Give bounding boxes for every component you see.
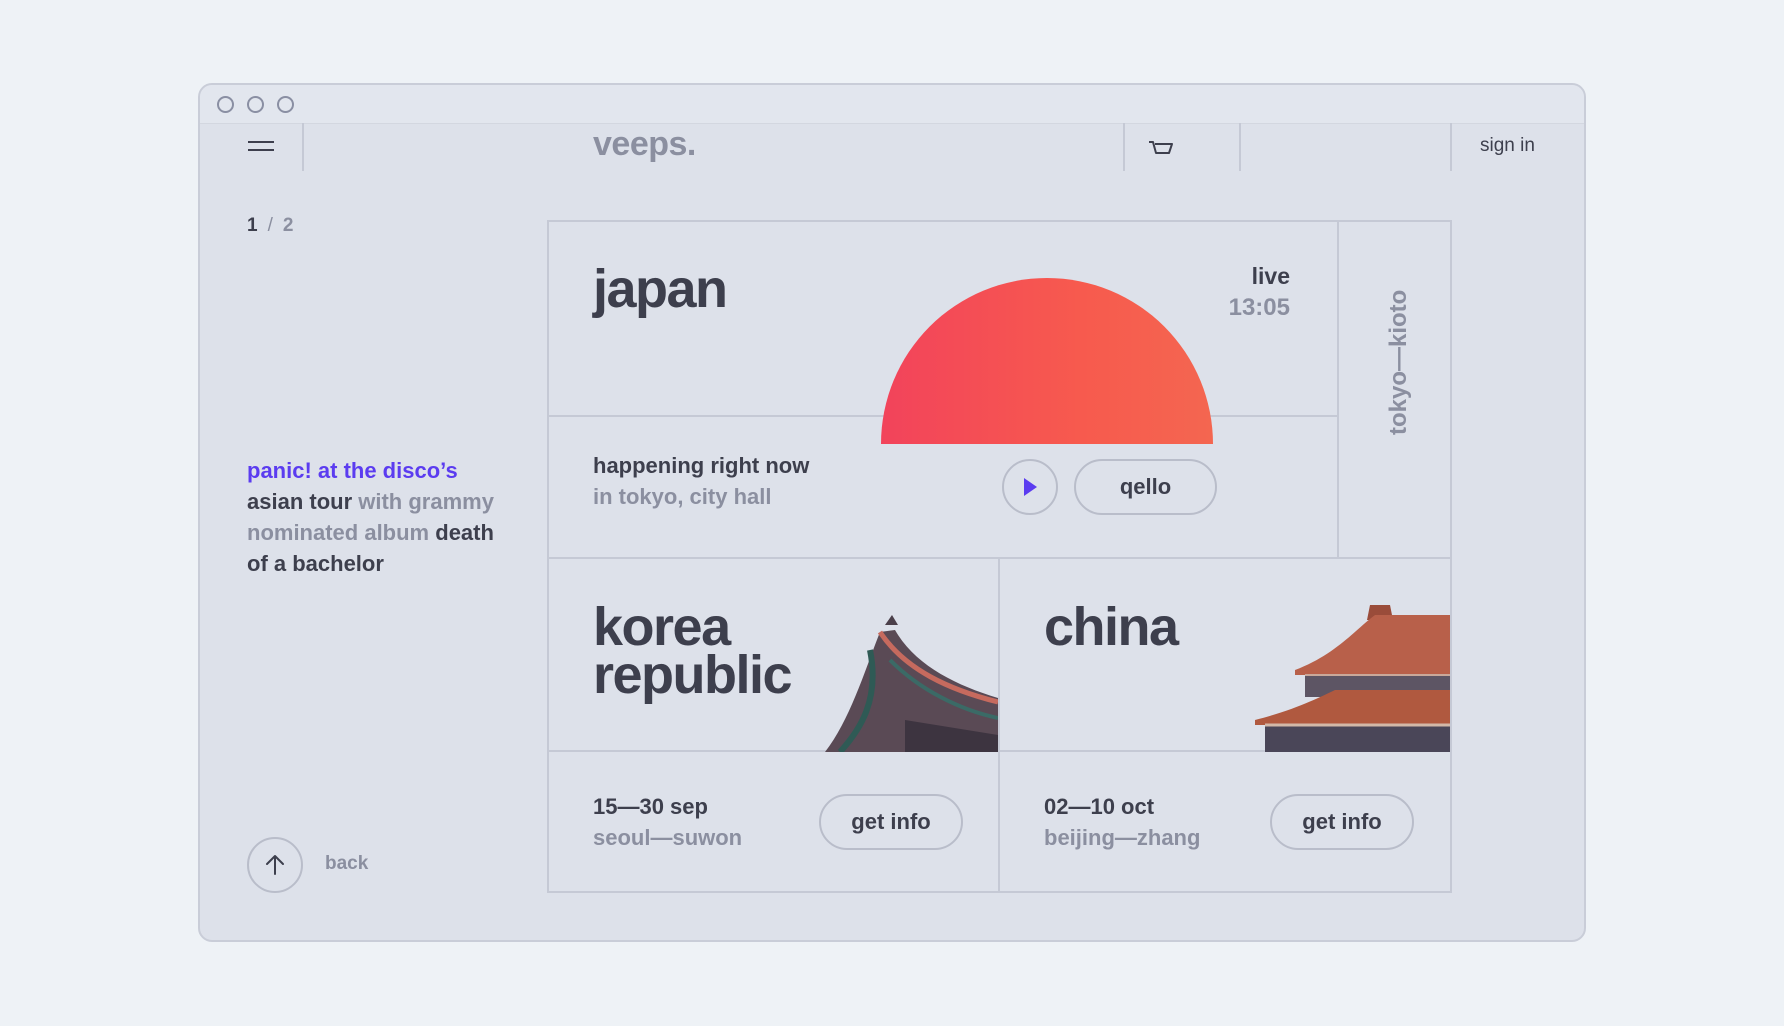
korea-cities: seoul—suwon [593, 825, 743, 850]
menu-icon[interactable] [248, 141, 274, 153]
korea-get-info-button[interactable]: get info [819, 794, 963, 850]
title-bar [200, 85, 1584, 124]
korea-dates: 15—30 sep [593, 794, 708, 819]
sign-in-link[interactable]: sign in [1480, 135, 1535, 157]
band-link[interactable]: panic! at the disco’s [247, 458, 458, 483]
sun-image [881, 278, 1213, 444]
japan-line2: in tokyo, city hall [593, 484, 772, 509]
arrow-up-icon [266, 855, 284, 875]
play-icon [1024, 478, 1037, 496]
china-dates: 02—10 oct [1044, 794, 1155, 819]
browser-window: veeps. sign in 1 / 2 panic! at the disco’s… [198, 83, 1586, 942]
tour-name: asian tour [247, 489, 353, 514]
play-button[interactable] [1002, 459, 1058, 515]
nav-divider [302, 123, 304, 171]
pager-current: 1 [247, 215, 258, 236]
live-label: live [1251, 263, 1290, 289]
back-label[interactable]: back [325, 853, 368, 875]
nav-divider [1239, 123, 1241, 171]
nav-divider [1450, 123, 1452, 171]
china-cities: beijing—zhang [1044, 825, 1201, 850]
pager-separator: / [267, 215, 273, 236]
window-minimize-button[interactable] [247, 96, 264, 113]
back-button[interactable] [247, 837, 303, 893]
window-maximize-button[interactable] [277, 96, 294, 113]
live-time: 13:05 [1228, 294, 1290, 321]
korean-pagoda-image [825, 615, 998, 752]
korea-title-line2: republic [593, 645, 793, 705]
chinese-palace-image [1255, 605, 1450, 752]
qello-button[interactable]: qello [1074, 459, 1217, 515]
route-label: tokyo—kioto [1385, 289, 1412, 435]
japan-title: japan [593, 259, 728, 319]
nav-divider [1123, 123, 1125, 171]
china-get-info-button[interactable]: get info [1270, 794, 1414, 850]
window-close-button[interactable] [217, 96, 234, 113]
logo[interactable]: veeps. [593, 125, 696, 164]
pager: 1 / 2 [247, 215, 293, 237]
pager-total: 2 [282, 215, 294, 236]
tour-description: panic! at the disco’s asian tour with gr… [247, 455, 507, 579]
china-title: china [1044, 597, 1179, 657]
cart-icon[interactable] [1147, 139, 1175, 162]
korea-title: korea republic [593, 600, 793, 702]
japan-line1: happening right now [593, 453, 810, 478]
